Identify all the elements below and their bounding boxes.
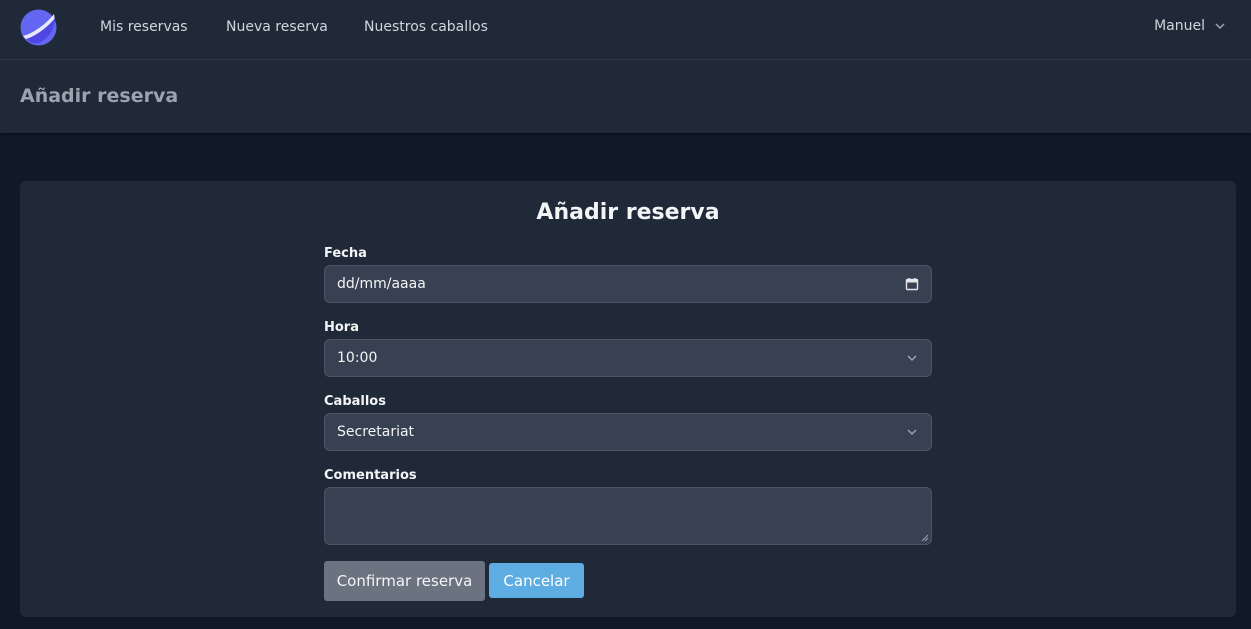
chevron-down-icon <box>907 429 917 436</box>
nav-link-nueva-reserva[interactable]: Nueva reserva <box>226 19 328 35</box>
comments-textarea[interactable] <box>324 487 932 545</box>
time-select[interactable]: 10:00 <box>324 339 932 377</box>
horse-label: Caballos <box>324 394 386 409</box>
horse-select-value: Secretariat <box>337 424 415 440</box>
date-input-value: dd/mm/aaaa <box>337 276 426 292</box>
calendar-icon[interactable] <box>905 277 919 291</box>
confirm-reservation-button[interactable]: Confirmar reserva <box>324 561 485 601</box>
user-menu[interactable]: Manuel <box>1154 18 1227 34</box>
form-title: Añadir reserva <box>536 200 720 225</box>
reservation-form-card: Añadir reserva Fecha dd/mm/aaaa Hora 10:… <box>20 181 1236 617</box>
date-label: Fecha <box>324 246 367 261</box>
time-label: Hora <box>324 320 359 335</box>
nav-link-nuestros-caballos[interactable]: Nuestros caballos <box>364 19 488 35</box>
comments-label: Comentarios <box>324 468 417 483</box>
cancel-button[interactable]: Cancelar <box>489 563 584 598</box>
horse-select[interactable]: Secretariat <box>324 413 932 451</box>
page-header: Añadir reserva <box>0 60 1251 133</box>
top-navigation: Mis reservas Nueva reserva Nuestros caba… <box>0 0 1251 60</box>
time-select-value: 10:00 <box>337 350 378 366</box>
user-name: Manuel <box>1154 18 1205 34</box>
date-input[interactable]: dd/mm/aaaa <box>324 265 932 303</box>
resize-handle-icon[interactable] <box>921 534 929 542</box>
nav-link-mis-reservas[interactable]: Mis reservas <box>100 19 188 35</box>
chevron-down-icon <box>1215 23 1225 30</box>
page-title: Añadir reserva <box>20 85 179 107</box>
logo-icon[interactable] <box>20 9 57 46</box>
chevron-down-icon <box>907 355 917 362</box>
